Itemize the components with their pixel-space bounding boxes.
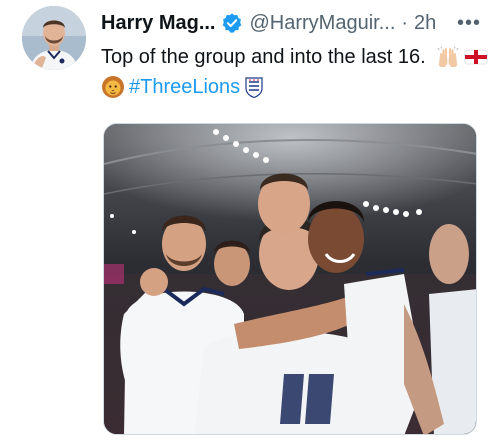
tweet-text-line-1: Top of the group and into the last 16. xyxy=(101,42,490,72)
england-flag-emoji-icon xyxy=(464,45,488,69)
hashtag-link[interactable]: #ThreeLions xyxy=(129,72,240,102)
tweet[interactable]: Harry Mag... @HarryMaguir... · 2h ••• To… xyxy=(0,0,500,440)
timestamp[interactable]: 2h xyxy=(414,12,436,35)
avatar-photo xyxy=(22,6,86,70)
tweet-media-photo[interactable] xyxy=(103,123,477,435)
avatar[interactable] xyxy=(22,6,86,70)
tweet-header: Harry Mag... @HarryMaguir... · 2h ••• xyxy=(101,8,486,38)
tweet-text-main: Top of the group and into the last 16. xyxy=(101,46,426,68)
handle[interactable]: @HarryMaguir... xyxy=(249,12,395,35)
more-options-button[interactable]: ••• xyxy=(452,8,486,38)
tweet-text-line-2: #ThreeLions xyxy=(101,72,490,102)
verified-badge-icon xyxy=(221,12,243,34)
display-name[interactable]: Harry Mag... xyxy=(101,12,215,35)
raising-hands-emoji-icon xyxy=(436,45,460,69)
tweet-text: Top of the group and into the last 16. #… xyxy=(101,42,490,102)
three-lions-crest-emoji-icon xyxy=(242,75,266,99)
photo-england-players-celebrating-icon xyxy=(104,124,476,434)
separator-dot: · xyxy=(401,11,409,34)
lion-emoji-icon xyxy=(101,75,125,99)
